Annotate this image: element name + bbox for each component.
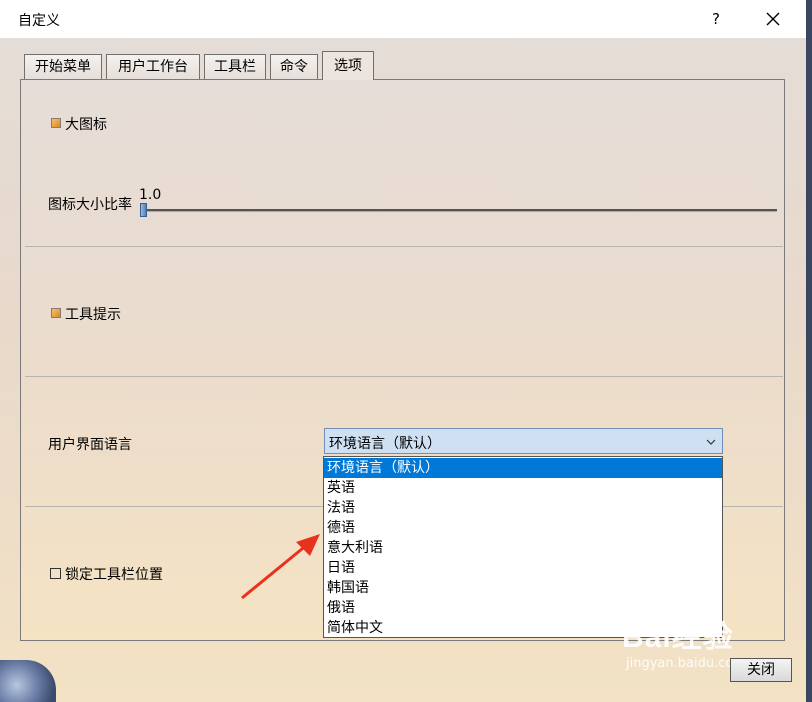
close-window-button[interactable] [758,6,788,32]
tooltips-label: 工具提示 [65,307,121,323]
chevron-down-icon [706,439,716,445]
dialog-title: 自定义 [18,13,60,29]
language-option[interactable]: 意大利语 [324,538,722,558]
icon-ratio-slider-track[interactable] [143,209,777,212]
title-bar: 自定义 ? [0,0,806,38]
large-icons-checkbox[interactable] [51,118,61,128]
ui-language-select[interactable]: 环境语言（默认） [324,428,723,454]
language-option[interactable]: 环境语言（默认） [324,458,722,478]
window-edge [806,0,812,702]
tab-options[interactable]: 选项 [322,51,374,80]
ui-language-dropdown-list: 环境语言（默认） 英语 法语 德语 意大利语 日语 韩国语 俄语 简体中文 [323,456,723,638]
tab-start-menu[interactable]: 开始菜单 [24,54,102,79]
large-icons-label: 大图标 [65,117,107,133]
language-option[interactable]: 英语 [324,478,722,498]
close-button[interactable]: 关闭 [730,658,792,682]
separator [25,376,783,377]
lock-toolbar-label: 锁定工具栏位置 [65,567,163,583]
icon-ratio-label: 图标大小比率 [48,197,132,213]
globe-logo [0,660,56,702]
ui-language-label: 用户界面语言 [48,437,132,453]
language-option[interactable]: 德语 [324,518,722,538]
language-option[interactable]: 法语 [324,498,722,518]
lock-toolbar-checkbox[interactable] [50,568,61,579]
language-option[interactable]: 日语 [324,558,722,578]
tab-commands[interactable]: 命令 [270,54,318,79]
tab-toolbars[interactable]: 工具栏 [204,54,266,79]
ui-language-selected-value: 环境语言（默认） [329,436,441,452]
icon-ratio-slider-handle[interactable] [140,203,147,217]
help-button[interactable]: ? [704,6,728,32]
watermark-logo: Bai经验 [622,621,734,654]
baidu-watermark: Bai经验 jingyan.baidu.com [622,612,746,671]
close-icon [766,12,780,26]
tab-user-workbench[interactable]: 用户工作台 [106,54,200,79]
icon-ratio-value: 1.0 [139,187,162,203]
watermark-url: jingyan.baidu.com [626,656,746,671]
language-option[interactable]: 韩国语 [324,578,722,598]
customize-dialog: 自定义 ? 开始菜单 用户工作台 工具栏 命令 选项 大图标 图标大小比率 1.… [0,0,806,702]
separator [25,246,783,247]
annotation-arrow-icon [241,534,320,600]
tooltips-checkbox[interactable] [51,308,61,318]
